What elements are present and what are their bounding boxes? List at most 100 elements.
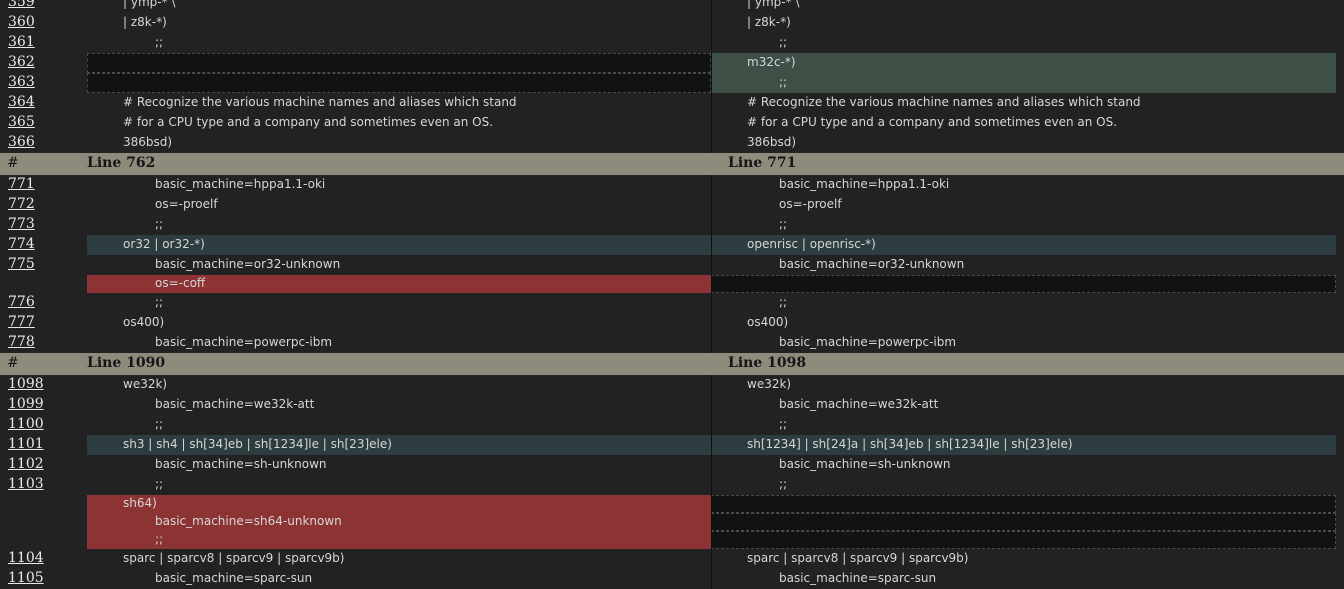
right-cell (711, 531, 1336, 549)
line-number[interactable]: 1098 (8, 376, 78, 392)
right-cell: basic_machine=we32k-att (711, 395, 1336, 415)
diff-row: 363;; (0, 73, 1344, 93)
left-code-text: basic_machine=sparc-sun (155, 571, 313, 585)
pane-divider (711, 293, 712, 313)
line-number[interactable]: 774 (8, 236, 78, 252)
line-number[interactable]: 1100 (8, 416, 78, 432)
diff-row: 365 # for a CPU type and a company and so… (0, 113, 1344, 133)
right-code-text: ;; (779, 477, 788, 491)
left-cell: sh3 | sh4 | sh[34]eb | sh[1234]le | sh[2… (87, 435, 711, 455)
left-cell: basic_machine=or32-unknown (87, 255, 711, 275)
left-cell: sparc | sparcv8 | sparcv9 | sparcv9b) (87, 549, 711, 569)
line-number[interactable]: 1105 (8, 570, 78, 586)
left-code-text: we32k) (123, 377, 168, 391)
line-number[interactable]: 777 (8, 314, 78, 330)
diff-row: 362 m32c-*) (0, 53, 1344, 73)
left-code-text: ;; (155, 295, 164, 309)
line-number[interactable]: 771 (8, 176, 78, 192)
left-cell: os=-coff (87, 275, 711, 293)
right-cell: basic_machine=powerpc-ibm (711, 333, 1336, 353)
hunk-right-label: Line 771 (728, 155, 797, 171)
diff-row: basic_machine=sh64-unknown (0, 513, 1344, 531)
line-number[interactable]: 1104 (8, 550, 78, 566)
pane-divider (711, 235, 712, 255)
line-number[interactable]: 362 (8, 54, 78, 70)
pane-divider (711, 313, 712, 333)
left-cell: basic_machine=powerpc-ibm (87, 333, 711, 353)
left-cell (87, 73, 711, 93)
pane-divider (711, 93, 712, 113)
left-code-text: ;; (155, 532, 164, 546)
left-cell: we32k) (87, 375, 711, 395)
left-code-text: | ymp-* \ (123, 0, 176, 9)
line-number[interactable]: 773 (8, 216, 78, 232)
right-code-text: # Recognize the various machine names an… (747, 95, 1141, 109)
right-cell: ;; (711, 293, 1336, 313)
right-code-text: basic_machine=sh-unknown (779, 457, 951, 471)
left-code-text: basic_machine=or32-unknown (155, 257, 341, 271)
right-cell (711, 513, 1336, 531)
pane-divider (711, 73, 712, 93)
left-cell: basic_machine=hppa1.1-oki (87, 175, 711, 195)
line-number[interactable]: 778 (8, 334, 78, 350)
line-number[interactable]: 772 (8, 196, 78, 212)
hunk-left-label: Line 762 (87, 155, 156, 171)
left-cell: ;; (87, 531, 711, 549)
right-code-text: ;; (779, 75, 788, 89)
left-code-text: | z8k-*) (123, 15, 167, 29)
right-cell: | z8k-*) (711, 13, 1336, 33)
line-number[interactable]: 1103 (8, 476, 78, 492)
pane-divider (711, 113, 712, 133)
diff-row: 359 | ymp-* \ | ymp-* \ (0, 0, 1344, 13)
pane-divider (711, 435, 712, 455)
diff-row: 1103;;;; (0, 475, 1344, 495)
diff-row: 772 os=-proelf os=-proelf (0, 195, 1344, 215)
line-number[interactable]: 1102 (8, 456, 78, 472)
right-code-text: basic_machine=sparc-sun (779, 571, 937, 585)
diff-row: 360 | z8k-*) | z8k-*) (0, 13, 1344, 33)
diff-row: 775 basic_machine=or32-unknown basic_machi… (0, 255, 1344, 275)
right-code-text: | ymp-* \ (747, 0, 800, 9)
line-number[interactable]: 361 (8, 34, 78, 50)
right-code-text: basic_machine=we32k-att (779, 397, 939, 411)
left-code-text: sparc | sparcv8 | sparcv9 | sparcv9b) (123, 551, 345, 565)
right-cell: ;; (711, 475, 1336, 495)
right-cell: sh[1234] | sh[24]a | sh[34]eb | sh[1234]… (711, 435, 1336, 455)
left-cell: os400) (87, 313, 711, 333)
left-cell (87, 53, 711, 73)
line-number[interactable]: 359 (8, 0, 78, 10)
right-code-text: we32k) (747, 377, 792, 391)
left-cell: os=-proelf (87, 195, 711, 215)
diff-row: 1100;;;; (0, 415, 1344, 435)
right-cell: os=-proelf (711, 195, 1336, 215)
right-cell: openrisc | openrisc-*) (711, 235, 1336, 255)
line-number[interactable]: 364 (8, 94, 78, 110)
left-code-text: basic_machine=sh64-unknown (155, 514, 342, 528)
line-number[interactable]: 363 (8, 74, 78, 90)
pane-divider (711, 549, 712, 569)
left-cell: | z8k-*) (87, 13, 711, 33)
line-number[interactable]: 366 (8, 134, 78, 150)
right-code-text: ;; (779, 295, 788, 309)
left-cell: basic_machine=sparc-sun (87, 569, 711, 589)
line-number[interactable]: 365 (8, 114, 78, 130)
right-code-text: | z8k-*) (747, 15, 791, 29)
pane-divider (711, 569, 712, 589)
diff-row: 771 basic_machine=hppa1.1-oki basic_machin… (0, 175, 1344, 195)
left-code-text: ;; (155, 35, 164, 49)
line-number[interactable]: 1101 (8, 436, 78, 452)
pane-divider (711, 133, 712, 153)
line-number[interactable]: 1099 (8, 396, 78, 412)
pane-divider (711, 475, 712, 495)
right-cell: we32k) (711, 375, 1336, 395)
right-cell (711, 275, 1336, 293)
right-cell: sparc | sparcv8 | sparcv9 | sparcv9b) (711, 549, 1336, 569)
right-cell: # for a CPU type and a company and somet… (711, 113, 1336, 133)
right-code-text: ;; (779, 35, 788, 49)
left-cell: | ymp-* \ (87, 0, 711, 13)
line-number[interactable]: 360 (8, 14, 78, 30)
line-number[interactable]: 776 (8, 294, 78, 310)
pane-divider (711, 215, 712, 235)
line-number[interactable]: 775 (8, 256, 78, 272)
pane-divider (711, 0, 712, 13)
